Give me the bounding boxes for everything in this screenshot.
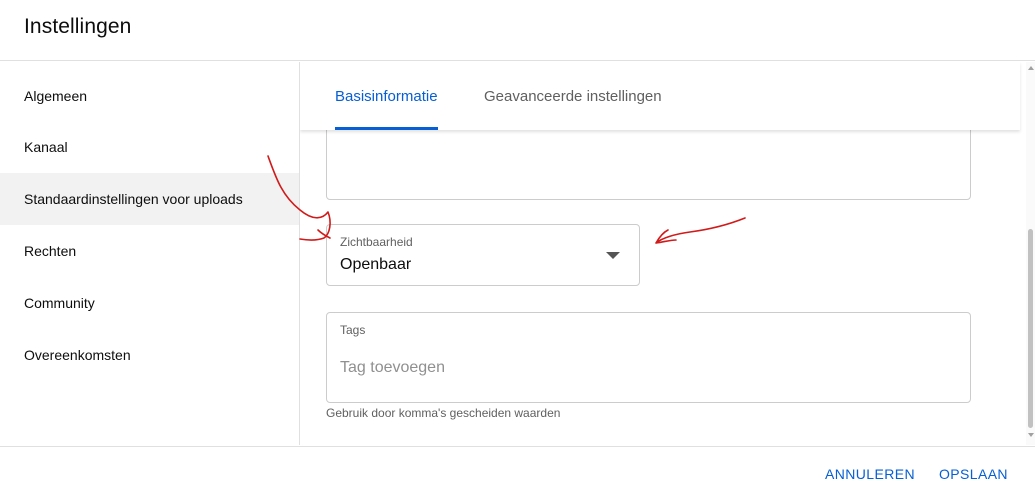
tab-geavanceerde-instellingen[interactable]: Geavanceerde instellingen: [484, 62, 662, 130]
dialog-header: Instellingen: [0, 0, 1035, 61]
dropdown-arrow-icon: [606, 252, 620, 259]
sidebar-item-rechten[interactable]: Rechten: [0, 225, 299, 277]
sidebar: Algemeen Kanaal Standaardinstellingen vo…: [0, 62, 300, 445]
scrollbar-thumb[interactable]: [1028, 229, 1033, 428]
save-button[interactable]: OPSLAAN: [939, 466, 1008, 482]
visibility-value: Openbaar: [340, 256, 412, 273]
sidebar-item-community[interactable]: Community: [0, 277, 299, 329]
tags-field: Tags: [326, 312, 971, 403]
tags-label: Tags: [340, 323, 366, 337]
visibility-label: Zichtbaarheid: [340, 235, 413, 249]
main-panel: Basisinformatie Geavanceerde instellinge…: [300, 62, 1035, 445]
visibility-dropdown[interactable]: Zichtbaarheid Openbaar: [326, 224, 640, 286]
tab-bar: Basisinformatie Geavanceerde instellinge…: [300, 62, 1020, 130]
scroll-up-arrow-icon[interactable]: [1028, 66, 1034, 70]
tab-basisinformatie[interactable]: Basisinformatie: [335, 62, 438, 130]
sidebar-item-kanaal[interactable]: Kanaal: [0, 121, 299, 173]
page-title: Instellingen: [24, 15, 132, 38]
sidebar-item-algemeen[interactable]: Algemeen: [0, 70, 299, 122]
sidebar-item-overeenkomsten[interactable]: Overeenkomsten: [0, 329, 299, 381]
scroll-down-arrow-icon[interactable]: [1028, 433, 1034, 437]
cancel-button[interactable]: ANNULEREN: [825, 466, 915, 482]
tags-input[interactable]: [340, 357, 940, 379]
dialog-footer: ANNULEREN OPSLAAN: [0, 446, 1035, 498]
tags-helper-text: Gebruik door komma's gescheiden waarden: [326, 406, 561, 420]
sidebar-item-upload-defaults[interactable]: Standaardinstellingen voor uploads: [0, 173, 299, 225]
